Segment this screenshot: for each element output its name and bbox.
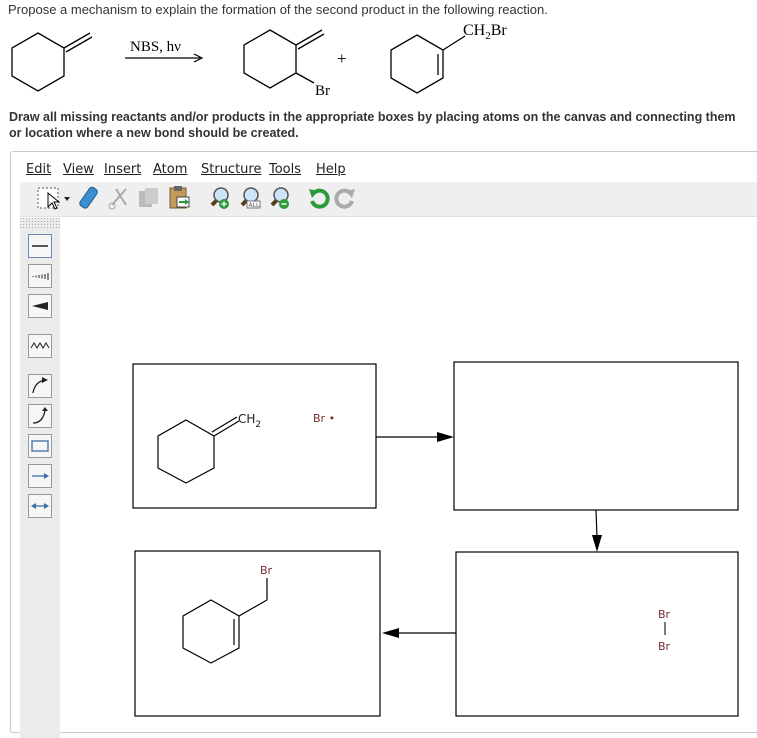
reaction-scheme: NBS, hν Br + CH2Br [11,22,507,99]
bromomethylcyclohexene-drawing [182,578,268,664]
resonance-arrow-icon[interactable] [28,494,52,518]
eraser-icon[interactable] [76,185,102,211]
copy-icon[interactable] [136,185,162,211]
redo-icon[interactable] [332,185,358,211]
palette-grip [20,218,60,230]
menu-bar: Edit View Insert Atom Structure Tools He… [11,160,757,180]
paste-icon[interactable] [166,185,192,211]
zoom-all-icon[interactable]: ALL [236,185,262,211]
br2-bottom-label: Br [658,640,671,653]
menu-edit[interactable]: Edit [26,162,51,177]
reaction-arrow-icon[interactable] [28,464,52,488]
svg-text:ALL: ALL [249,202,260,209]
toolbar: ALL [20,182,757,217]
product1-structure [243,29,325,89]
menu-insert[interactable]: Insert [104,162,141,177]
zoom-in-icon[interactable] [206,185,232,211]
product-br-label: Br [260,564,273,577]
instruction-line-2: or location where a new bond should be c… [9,126,299,140]
menu-structure[interactable]: Structure [201,162,261,177]
left-tool-palette [20,218,60,738]
ch-text: CH [238,412,255,426]
instruction-line-1: Draw all missing reactants and/or produc… [9,110,736,124]
drawing-canvas[interactable]: CH2 Br • Br Br Br [61,218,757,738]
product1-br-label: Br [315,83,330,99]
br-text: Br [491,22,508,39]
product2-structure [390,34,466,94]
ch2-label: CH2 [238,412,261,430]
instruction-text: Draw all missing reactants and/or produc… [9,109,757,141]
hashed-bond-icon[interactable] [28,264,52,288]
ch-text: CH [463,22,486,39]
product2-ch2br-label: CH2Br [463,22,507,42]
mechanism-box-1[interactable] [132,363,377,509]
question-text: Propose a mechanism to explain the forma… [8,2,548,17]
menu-atom[interactable]: Atom [153,162,187,177]
select-tool-icon[interactable] [36,185,72,211]
wavy-bond-icon[interactable] [28,334,52,358]
arrow-2-to-3 [595,509,598,539]
menu-help[interactable]: Help [316,162,346,177]
cut-icon[interactable] [106,185,132,211]
wedge-bond-icon[interactable] [28,294,52,318]
br2-top-label: Br [658,608,671,621]
menu-tools[interactable]: Tools [269,162,301,177]
mechanism-box-2[interactable] [453,361,739,511]
plus-sign: + [337,49,347,68]
methylenecyclohexane-drawing [157,416,240,484]
bromine-radical: Br • [313,412,335,425]
mechanism-box-3[interactable] [455,551,739,717]
curved-arrow-full-icon[interactable] [28,374,52,398]
zoom-out-icon[interactable] [266,185,292,211]
curved-arrow-half-icon[interactable] [28,404,52,428]
undo-icon[interactable] [306,185,332,211]
methylenecyclohexane-structure [11,32,93,92]
menu-view[interactable]: View [63,162,94,177]
rectangle-icon[interactable] [28,434,52,458]
reagent-label: NBS, hν [130,39,181,55]
subscript-2: 2 [255,420,261,430]
mechanism-box-4[interactable] [134,550,381,717]
single-bond-icon[interactable] [28,234,52,258]
structure-editor: Edit View Insert Atom Structure Tools He… [10,151,757,738]
